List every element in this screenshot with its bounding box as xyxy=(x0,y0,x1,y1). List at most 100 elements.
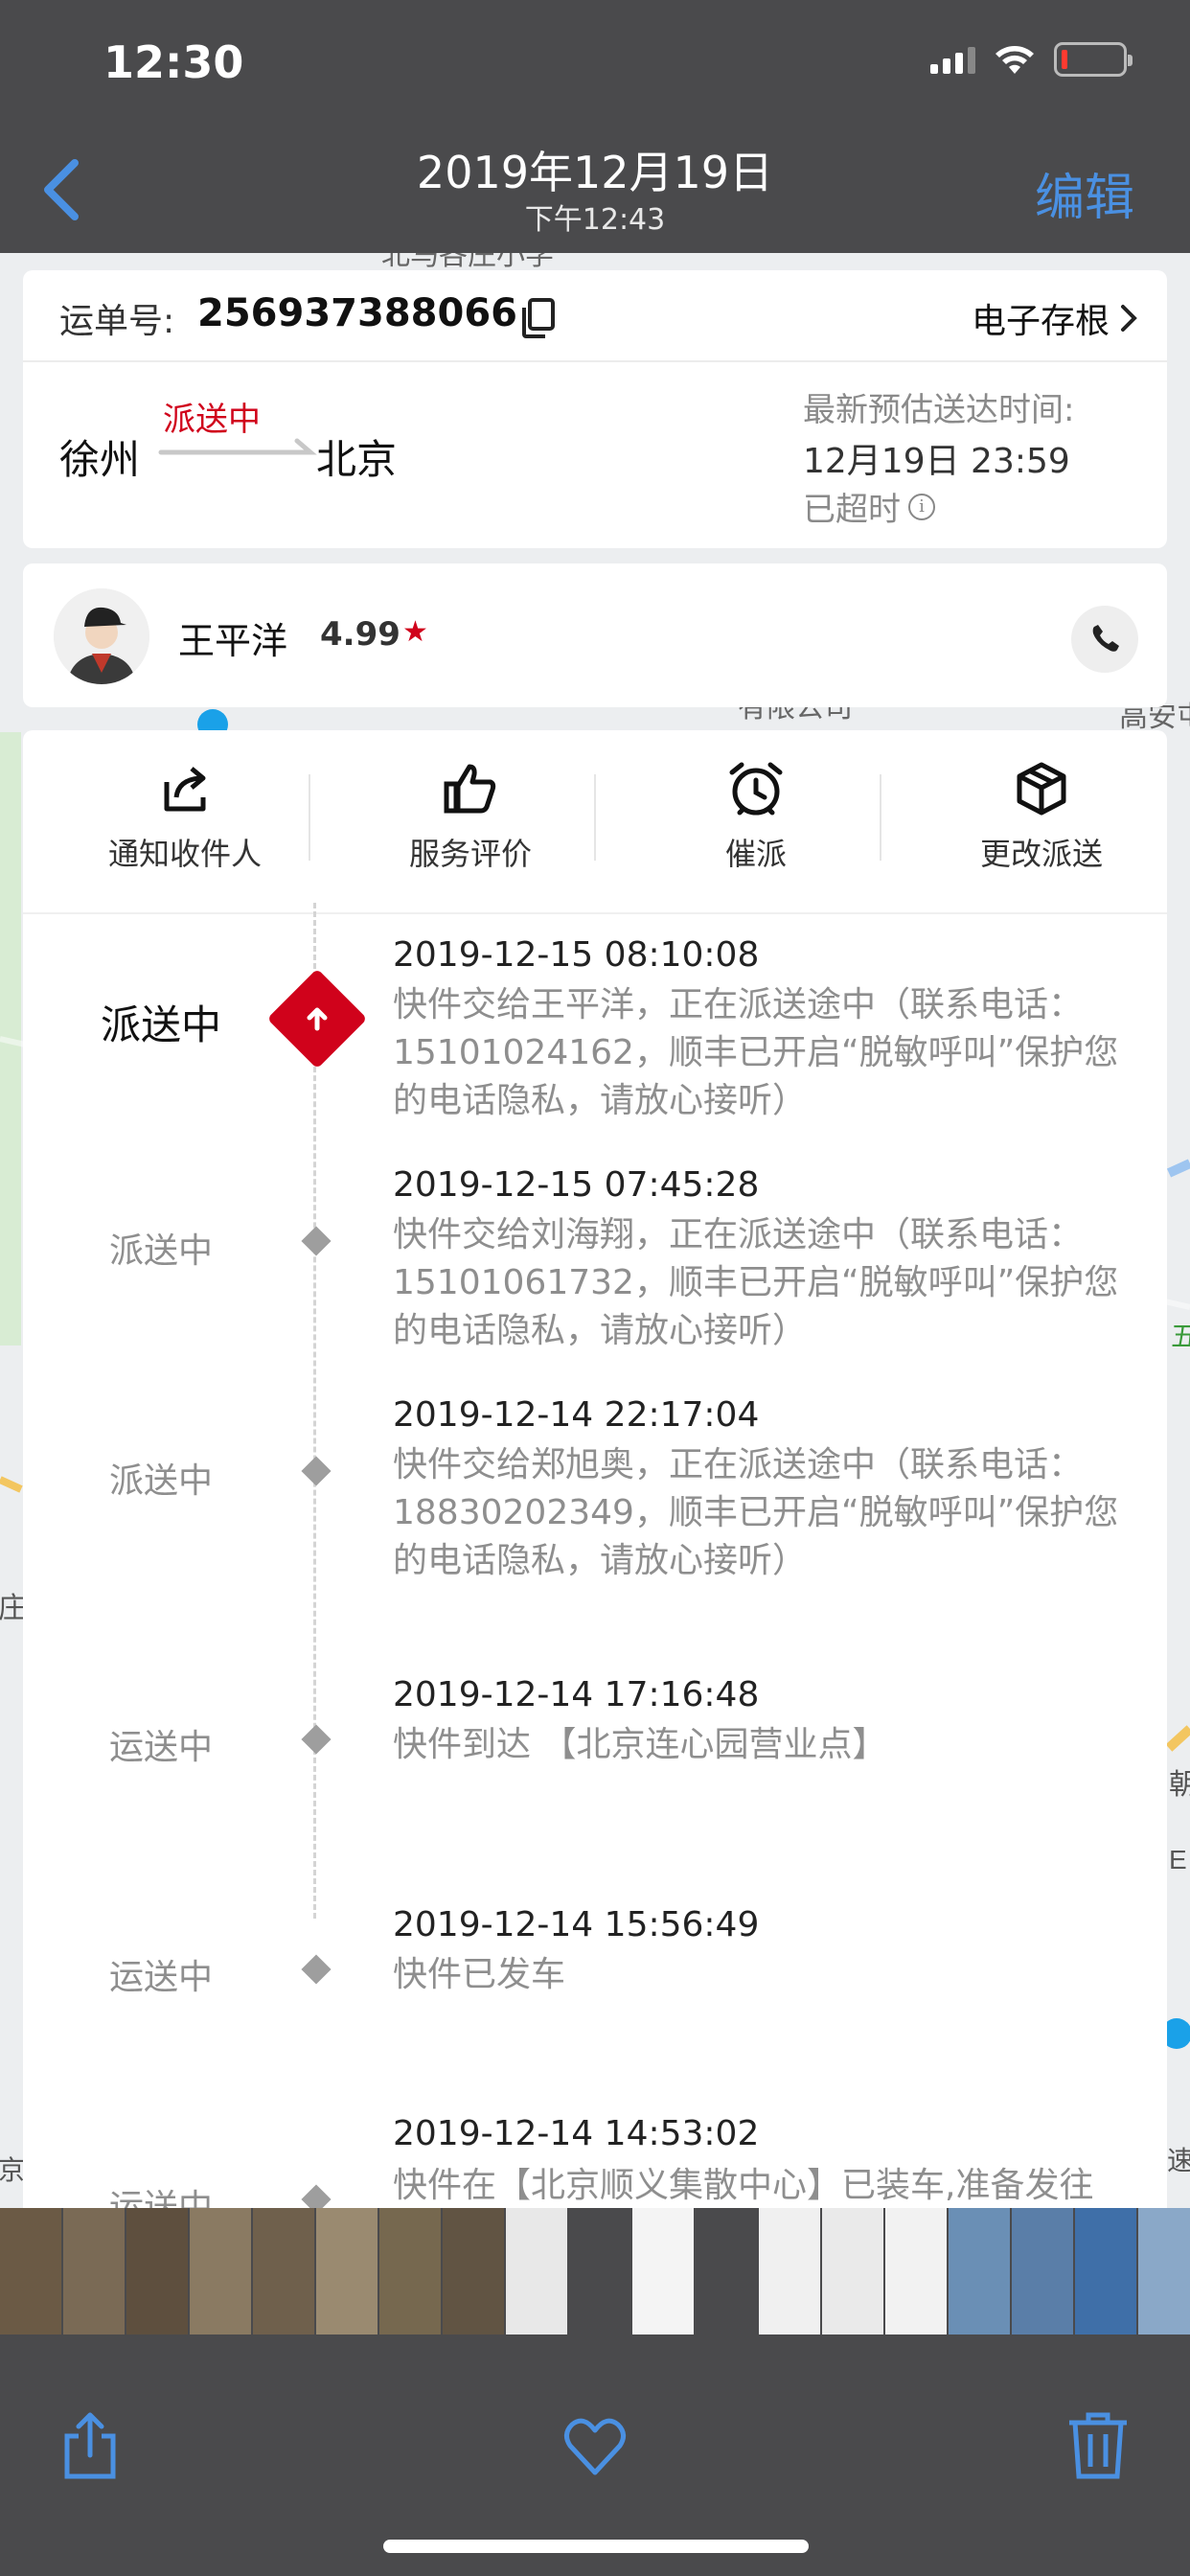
photo-nav-bar: 2019年12月19日 下午12:43 编辑 xyxy=(0,134,1190,253)
service-review-label: 服务评价 xyxy=(408,836,532,872)
call-courier-button[interactable] xyxy=(1071,606,1138,673)
tracking-card: 通知收件人 服务评价 催派 更改派送 派送中 2019-12-15 08:10:… xyxy=(23,730,1167,2208)
photo-thumbnail[interactable] xyxy=(822,2208,883,2334)
event-time: 2019-12-14 17:16:48 xyxy=(393,1675,760,1714)
change-delivery-button[interactable]: 更改派送 xyxy=(899,759,1184,893)
divider xyxy=(880,774,881,861)
route-arrow-icon xyxy=(158,438,317,455)
battery-icon xyxy=(1054,42,1133,77)
waybill-card: 运单号: 256937388066 电子存根 徐州 派送中 北京 最新预估送达时… xyxy=(23,270,1167,548)
avatar xyxy=(54,588,149,684)
timeline-dot xyxy=(301,2184,332,2208)
divider xyxy=(309,774,310,861)
section-divider xyxy=(23,912,1167,914)
event-time: 2019-12-15 07:45:28 xyxy=(393,1165,760,1205)
photo-thumbnail[interactable] xyxy=(443,2208,504,2334)
courier-rating: 4.99 xyxy=(320,615,400,654)
divider xyxy=(594,774,596,861)
trash-icon[interactable] xyxy=(1064,2409,1133,2482)
courier-card: 王平洋 4.99 ★ xyxy=(23,564,1167,707)
eta-label: 最新预估送达时间: xyxy=(803,391,1075,429)
event-status: 运送中 xyxy=(108,2188,213,2208)
courier-name: 王平洋 xyxy=(178,620,288,662)
timeline-dot xyxy=(301,1456,332,1486)
timeline-dot xyxy=(301,1954,332,1985)
photo-thumbnail[interactable] xyxy=(506,2208,567,2334)
photo-thumbnail[interactable] xyxy=(63,2208,125,2334)
star-icon: ★ xyxy=(402,615,428,649)
status-time: 12:30 xyxy=(103,36,244,88)
heart-icon[interactable] xyxy=(561,2409,629,2482)
phone-icon xyxy=(1092,625,1119,652)
eta-time: 12月19日 23:59 xyxy=(803,442,1070,481)
edit-button[interactable]: 编辑 xyxy=(1035,157,1134,229)
photo-date: 2019年12月19日 xyxy=(416,147,774,198)
map-label: 朝 xyxy=(1169,1769,1190,1801)
photo-thumbnail[interactable] xyxy=(949,2208,1010,2334)
timeline-event: 派送中 2019-12-15 07:45:28 快件交给刘海翔，正在派送途中（联… xyxy=(23,1165,1167,1395)
event-status: 派送中 xyxy=(108,1231,213,1271)
thumbs-up-icon xyxy=(444,764,496,814)
event-time: 2019-12-14 14:53:02 xyxy=(393,2114,760,2153)
wifi-icon xyxy=(995,46,1034,74)
photo-thumbnail[interactable] xyxy=(1138,2208,1190,2334)
event-status: 运送中 xyxy=(108,1958,213,1997)
event-description: 快件已发车 xyxy=(393,1955,566,1994)
photo-thumbnail[interactable] xyxy=(379,2208,441,2334)
event-description: 快件交给刘海翔，正在派送途中（联系电话：15101061732，顺丰已开启“脱敏… xyxy=(393,1215,1119,1350)
map-label: 速 xyxy=(1167,2146,1190,2175)
chevron-right-icon xyxy=(1121,305,1137,332)
waybill-label: 运单号: xyxy=(59,302,175,341)
screenshot: 北马各庄小学 有限公司 高安屯 五 E 朝 庄园 京 速 运单号: 256937… xyxy=(0,253,1190,2208)
thumbnail-strip[interactable] xyxy=(0,2208,1190,2334)
photo-thumbnail[interactable] xyxy=(696,2208,757,2334)
map-label: 京 xyxy=(0,2155,25,2185)
notify-recipient-button[interactable]: 通知收件人 xyxy=(42,759,328,893)
copy-icon[interactable] xyxy=(519,297,558,339)
photo-thumbnail[interactable] xyxy=(190,2208,251,2334)
photo-time: 下午12:43 xyxy=(524,203,666,237)
service-review-button[interactable]: 服务评价 xyxy=(328,759,613,893)
urge-delivery-button[interactable]: 催派 xyxy=(613,759,899,893)
photo-thumbnail[interactable] xyxy=(0,2208,61,2334)
event-time: 2019-12-15 08:10:08 xyxy=(393,935,760,975)
map-label: 北马各庄小学 xyxy=(381,253,554,271)
route-origin: 徐州 xyxy=(59,436,141,483)
waybill-number: 256937388066 xyxy=(197,291,517,335)
current-status-badge xyxy=(266,968,368,1070)
electronic-stub-link[interactable]: 电子存根 xyxy=(972,293,1138,343)
arrow-up-icon xyxy=(307,1007,328,1031)
photo-thumbnail[interactable] xyxy=(316,2208,378,2334)
event-status: 派送中 xyxy=(100,1001,221,1048)
photo-thumbnail[interactable] xyxy=(253,2208,314,2334)
photo-thumbnail[interactable] xyxy=(759,2208,820,2334)
notify-recipient-label: 通知收件人 xyxy=(107,836,262,872)
photo-thumbnail[interactable] xyxy=(632,2208,694,2334)
alarm-clock-icon xyxy=(729,762,783,816)
map-label: 五 xyxy=(1171,1322,1190,1351)
event-status: 运送中 xyxy=(108,1728,213,1767)
event-description: 快件交给王平洋，正在派送途中（联系电话：15101024162，顺丰已开启“脱敏… xyxy=(393,985,1119,1120)
event-description: 快件在【北京顺义集散中心】已装车,准备发往下一站 xyxy=(393,2166,1094,2205)
photo-thumbnail[interactable] xyxy=(885,2208,947,2334)
timeline-dot xyxy=(301,1226,332,1256)
timeline-event: 派送中 2019-12-14 22:17:04 快件交给郑旭奥，正在派送途中（联… xyxy=(23,1395,1167,1625)
photo-thumbnail[interactable] xyxy=(126,2208,188,2334)
info-icon[interactable]: i xyxy=(908,493,935,520)
eta-overdue: 已超时 i xyxy=(803,483,1129,530)
event-description: 快件交给郑旭奥，正在派送途中（联系电话：18830202349，顺丰已开启“脱敏… xyxy=(393,1445,1119,1580)
photo-thumbnail[interactable] xyxy=(569,2208,630,2334)
timeline-dot xyxy=(301,1724,332,1755)
box-icon xyxy=(1017,762,1066,816)
photo-thumbnail[interactable] xyxy=(1075,2208,1136,2334)
timeline-event: 运送中 2019-12-14 17:16:48 快件到达 【北京连心园营业点】 xyxy=(23,1625,1167,1855)
route-status: 派送中 xyxy=(163,401,261,439)
home-indicator[interactable] xyxy=(383,2540,809,2553)
photo-thumbnail[interactable] xyxy=(1012,2208,1073,2334)
courier-avatar-icon xyxy=(54,588,149,684)
event-time: 2019-12-14 22:17:04 xyxy=(393,1395,760,1435)
eta-overdue-text: 已超时 xyxy=(803,491,901,529)
share-icon[interactable] xyxy=(56,2409,125,2482)
waybill-row: 运单号: 256937388066 电子存根 xyxy=(23,270,1167,362)
change-delivery-label: 更改派送 xyxy=(979,836,1103,872)
